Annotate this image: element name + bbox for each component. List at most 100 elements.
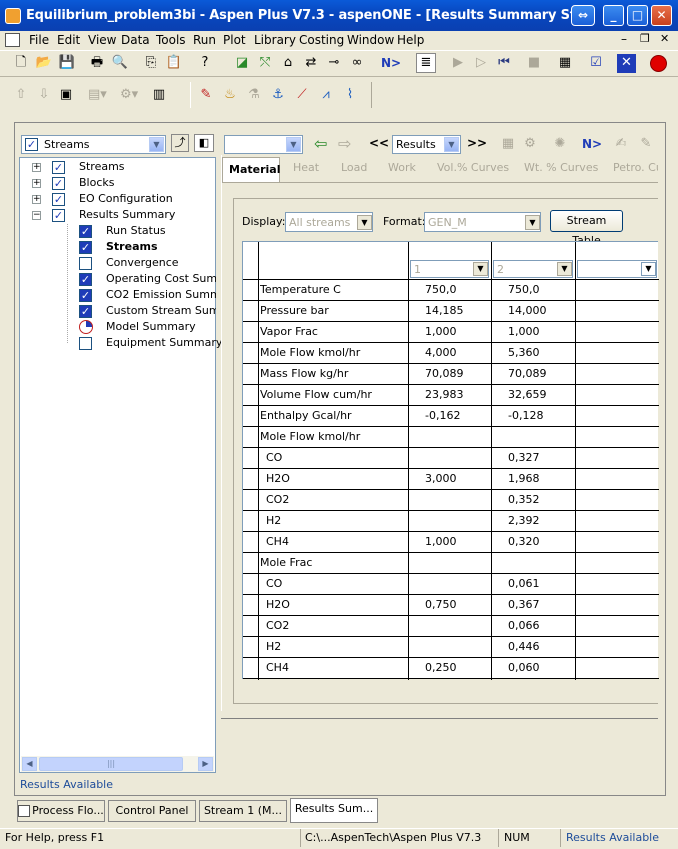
stream-2-value[interactable]: -0,128 [508, 406, 572, 426]
view-icon[interactable]: ▣ [57, 86, 75, 104]
stream-2-value[interactable]: 0,327 [508, 448, 572, 468]
tree-toggle-icon[interactable]: ◧ [194, 134, 214, 152]
context-help-icon[interactable]: ? [196, 54, 214, 72]
stream-2-value[interactable]: 0,060 [508, 658, 572, 678]
title-bar[interactable]: Equilibrium_problem3bi - Aspen Plus V7.3… [0, 0, 678, 32]
expand-icon[interactable]: + [32, 195, 41, 204]
stream-2-value[interactable]: 5,360 [508, 343, 572, 363]
up-folder-icon[interactable]: ⤴ [171, 134, 189, 152]
forward-arrow-icon[interactable]: ⇨ [338, 134, 351, 153]
tab-results-summary[interactable]: Results Sum... [290, 798, 378, 823]
app-icon[interactable] [5, 8, 21, 24]
check-results-icon[interactable]: ☑ [587, 54, 605, 72]
stream-2-value[interactable]: 2,392 [508, 511, 572, 531]
tree-item-convergence[interactable]: Convergence [106, 256, 179, 269]
plot-comp-icon[interactable]: ⚗ [245, 86, 263, 104]
next-step-icon[interactable]: N> [379, 54, 403, 72]
mdi-minimize-icon[interactable]: – [621, 32, 627, 46]
chevron-down-icon[interactable]: ▼ [149, 137, 164, 152]
plot-line-icon[interactable]: ⌇ [341, 86, 359, 104]
tree-item-model-summary[interactable]: Model Summary [106, 320, 196, 333]
chevron-down-icon[interactable]: ▼ [557, 262, 572, 276]
scroll-right-icon[interactable]: ▶ [198, 757, 213, 771]
scroll-thumb[interactable]: ||| [39, 757, 183, 771]
print-preview-icon[interactable]: 🔍 [111, 54, 129, 72]
menu-view[interactable]: View [88, 33, 116, 47]
tree-item-blocks[interactable]: Blocks [79, 176, 114, 189]
stream-1-value[interactable]: 1,000 [425, 322, 489, 342]
copy-icon[interactable]: ⎘ [142, 54, 160, 72]
stream-2-value[interactable]: 1,000 [508, 322, 572, 342]
tree-item-eo-configuration[interactable]: EO Configuration [79, 192, 173, 205]
tab-work[interactable]: Work [388, 161, 416, 174]
menu-window[interactable]: Window [347, 33, 394, 47]
connect-icon[interactable]: ⊸ [325, 54, 343, 72]
menu-help[interactable]: Help [397, 33, 424, 47]
tree-item-streams-results[interactable]: Streams [106, 240, 158, 253]
next-input-icon[interactable]: N> [582, 137, 602, 151]
exchange-icon[interactable]: ⇄ [302, 54, 320, 72]
stream-1-value[interactable]: 70,089 [425, 364, 489, 384]
tab-heat[interactable]: Heat [293, 161, 319, 174]
tree-item-custom-stream[interactable]: Custom Stream Summa [106, 304, 216, 317]
import-icon[interactable]: ⇧ [12, 86, 30, 104]
tab-stream-1[interactable]: Stream 1 (M... [199, 800, 287, 822]
comment-icon[interactable]: ✍ [612, 135, 630, 153]
stream-column-select-2[interactable]: 2 ▼ [493, 260, 573, 278]
plot-temp-icon[interactable]: ♨ [221, 86, 239, 104]
stream-1-value[interactable] [425, 553, 489, 573]
run-icon[interactable]: ▶ [449, 54, 467, 72]
table-icon[interactable]: ▥ [150, 86, 168, 104]
display-select[interactable]: All streams ▼ [285, 212, 373, 232]
chevron-down-icon[interactable]: ▼ [286, 137, 301, 152]
stream-2-value[interactable]: 750,0 [508, 280, 572, 300]
cancel-x-icon[interactable]: ✕ [617, 54, 636, 73]
object-selector[interactable]: ✓ Streams ▼ [21, 135, 166, 154]
stream-1-value[interactable]: 4,000 [425, 343, 489, 363]
menu-tools[interactable]: Tools [156, 33, 186, 47]
stop-icon[interactable]: ■ [525, 54, 543, 72]
stream-column-select-1[interactable]: 1 ▼ [410, 260, 489, 278]
menu-library[interactable]: Library [254, 33, 296, 47]
next-button[interactable]: >> [467, 136, 487, 150]
stream-1-value[interactable] [425, 637, 489, 657]
block-icon[interactable]: ⌂ [279, 54, 297, 72]
step-icon[interactable]: ▷ [472, 54, 490, 72]
results-selector[interactable]: Results ▼ [392, 135, 461, 154]
plot-wizard-icon[interactable]: ✎ [197, 86, 215, 104]
expand-icon[interactable]: + [32, 179, 41, 188]
menu-run[interactable]: Run [193, 33, 216, 47]
plot-flow-icon[interactable]: ⚓ [269, 86, 287, 104]
back-arrow-icon[interactable]: ⇦ [314, 134, 327, 153]
tree-item-co2-emission[interactable]: CO2 Emission Summary [106, 288, 216, 301]
menu-data[interactable]: Data [121, 33, 150, 47]
stream-2-value[interactable]: 0,367 [508, 595, 572, 615]
maximize-button[interactable]: □ [627, 5, 648, 26]
settings-icon[interactable]: ✺ [551, 135, 569, 153]
stream-1-value[interactable]: 23,983 [425, 385, 489, 405]
stream-2-value[interactable]: 0,066 [508, 616, 572, 636]
previous-button[interactable]: << [369, 136, 389, 150]
stream-1-value[interactable] [425, 616, 489, 636]
chevron-down-icon[interactable]: ▼ [473, 262, 488, 276]
save-icon[interactable]: 💾 [58, 54, 76, 72]
tab-process-flowsheet[interactable]: Process Flo... [17, 800, 105, 822]
mdi-close-icon[interactable]: ✕ [660, 32, 669, 45]
calculator-icon[interactable]: ∞ [348, 54, 366, 72]
stream-2-value[interactable]: 32,659 [508, 385, 572, 405]
document-icon[interactable] [5, 33, 20, 47]
stream-2-value[interactable]: 0,352 [508, 490, 572, 510]
tree-item-operating-cost[interactable]: Operating Cost Summa [106, 272, 216, 285]
switch-window-icon[interactable]: ⇔ [571, 5, 595, 26]
menu-plot[interactable]: Plot [223, 33, 246, 47]
mdi-restore-icon[interactable]: ❐ [640, 32, 650, 45]
stream-2-value[interactable]: 0,320 [508, 532, 572, 552]
control-panel-icon[interactable]: ≣ [416, 53, 436, 73]
tab-control-panel[interactable]: Control Panel [108, 800, 196, 822]
stream-1-value[interactable] [425, 448, 489, 468]
wizard-icon[interactable]: ⚙▾ [120, 86, 138, 104]
results-icon[interactable]: ▦ [556, 54, 574, 72]
stream-1-value[interactable] [425, 574, 489, 594]
minimize-button[interactable]: _ [603, 5, 624, 26]
stream-1-value[interactable]: 0,750 [425, 595, 489, 615]
